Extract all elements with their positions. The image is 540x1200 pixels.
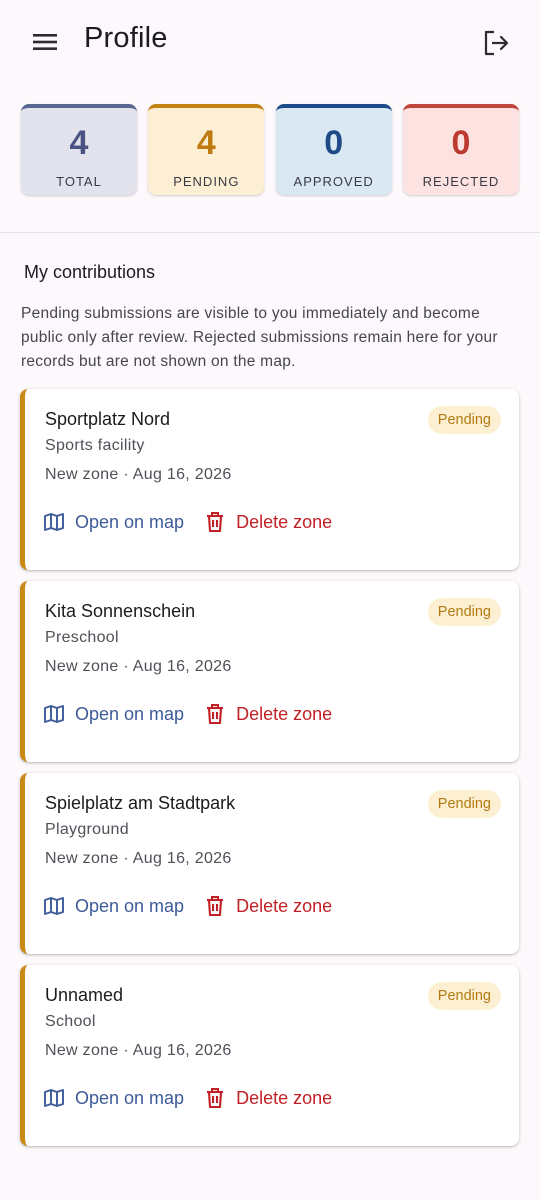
delete-zone-label: Delete zone: [236, 511, 333, 532]
stat-total: 4 TOTAL: [21, 104, 137, 195]
stat-label: REJECTED: [422, 174, 500, 189]
zone-type: School: [45, 1013, 96, 1030]
stat-approved: 0 APPROVED: [275, 104, 392, 195]
contribution-card: Kita Sonnenschein Pending Preschool New …: [20, 581, 519, 762]
trash-icon: [204, 1087, 226, 1109]
zone-name: Unnamed: [45, 985, 124, 1005]
stat-value: 4: [69, 124, 89, 162]
zone-name: Kita Sonnenschein: [45, 601, 196, 621]
zone-meta: New zone · Aug 16, 2026: [45, 658, 232, 675]
stat-rejected: 0 REJECTED: [402, 104, 519, 195]
zone-meta: New zone · Aug 16, 2026: [45, 850, 232, 867]
card-actions: Open on map Delete zone: [43, 891, 332, 921]
status-badge: Pending: [427, 406, 501, 434]
trash-icon: [204, 703, 226, 725]
zone-name: Spielplatz am Stadtpark: [45, 793, 236, 813]
contribution-card: Spielplatz am Stadtpark Pending Playgrou…: [20, 773, 519, 954]
page-title: Profile: [84, 22, 168, 54]
map-icon: [43, 895, 65, 917]
open-on-map-label: Open on map: [75, 1087, 185, 1108]
delete-zone-label: Delete zone: [236, 703, 333, 724]
card-actions: Open on map Delete zone: [43, 1083, 332, 1113]
status-badge: Pending: [427, 982, 501, 1010]
map-icon: [43, 703, 65, 725]
contribution-card: Sportplatz Nord Pending Sports facility …: [20, 389, 519, 570]
zone-type: Sports facility: [45, 437, 145, 454]
card-actions: Open on map Delete zone: [43, 507, 332, 537]
app-bar: Profile: [0, 0, 540, 84]
stat-pending: 4 PENDING: [148, 104, 265, 195]
zone-meta: New zone · Aug 16, 2026: [45, 1042, 232, 1059]
hamburger-menu-icon: [33, 34, 57, 50]
delete-zone-button[interactable]: Delete zone: [204, 1087, 332, 1109]
divider: [0, 232, 540, 233]
stats-row: 4 TOTAL 4 PENDING 0 APPROVED 0 REJECTED: [21, 104, 519, 196]
delete-zone-button[interactable]: Delete zone: [204, 511, 332, 533]
stat-label: TOTAL: [56, 174, 102, 189]
stat-value: 0: [451, 124, 471, 162]
menu-button[interactable]: [28, 26, 62, 58]
stat-label: APPROVED: [293, 174, 374, 189]
open-on-map-button[interactable]: Open on map: [43, 895, 184, 917]
trash-icon: [204, 511, 226, 533]
zone-type: Playground: [45, 821, 129, 838]
logout-button[interactable]: [478, 26, 514, 60]
zone-type: Preschool: [45, 629, 119, 646]
section-title: My contributions: [24, 262, 156, 282]
open-on-map-button[interactable]: Open on map: [43, 703, 184, 725]
map-icon: [43, 511, 65, 533]
stat-value: 4: [196, 124, 216, 162]
open-on-map-button[interactable]: Open on map: [43, 511, 184, 533]
open-on-map-label: Open on map: [75, 895, 185, 916]
delete-zone-label: Delete zone: [236, 1087, 333, 1108]
map-icon: [43, 1087, 65, 1109]
delete-zone-button[interactable]: Delete zone: [204, 895, 332, 917]
zone-meta: New zone · Aug 16, 2026: [45, 466, 232, 483]
trash-icon: [204, 895, 226, 917]
section-description: Pending submissions are visible to you i…: [21, 305, 498, 370]
delete-zone-label: Delete zone: [236, 895, 333, 916]
logout-icon: [484, 30, 509, 56]
stat-label: PENDING: [173, 174, 240, 189]
delete-zone-button[interactable]: Delete zone: [204, 703, 332, 725]
contribution-card: Unnamed Pending School New zone · Aug 16…: [20, 965, 519, 1146]
stat-value: 0: [324, 124, 344, 162]
open-on-map-label: Open on map: [75, 511, 185, 532]
zone-name: Sportplatz Nord: [45, 409, 171, 429]
open-on-map-button[interactable]: Open on map: [43, 1087, 184, 1109]
status-badge: Pending: [427, 598, 501, 626]
status-badge: Pending: [427, 790, 501, 818]
open-on-map-label: Open on map: [75, 703, 185, 724]
card-actions: Open on map Delete zone: [43, 699, 332, 729]
